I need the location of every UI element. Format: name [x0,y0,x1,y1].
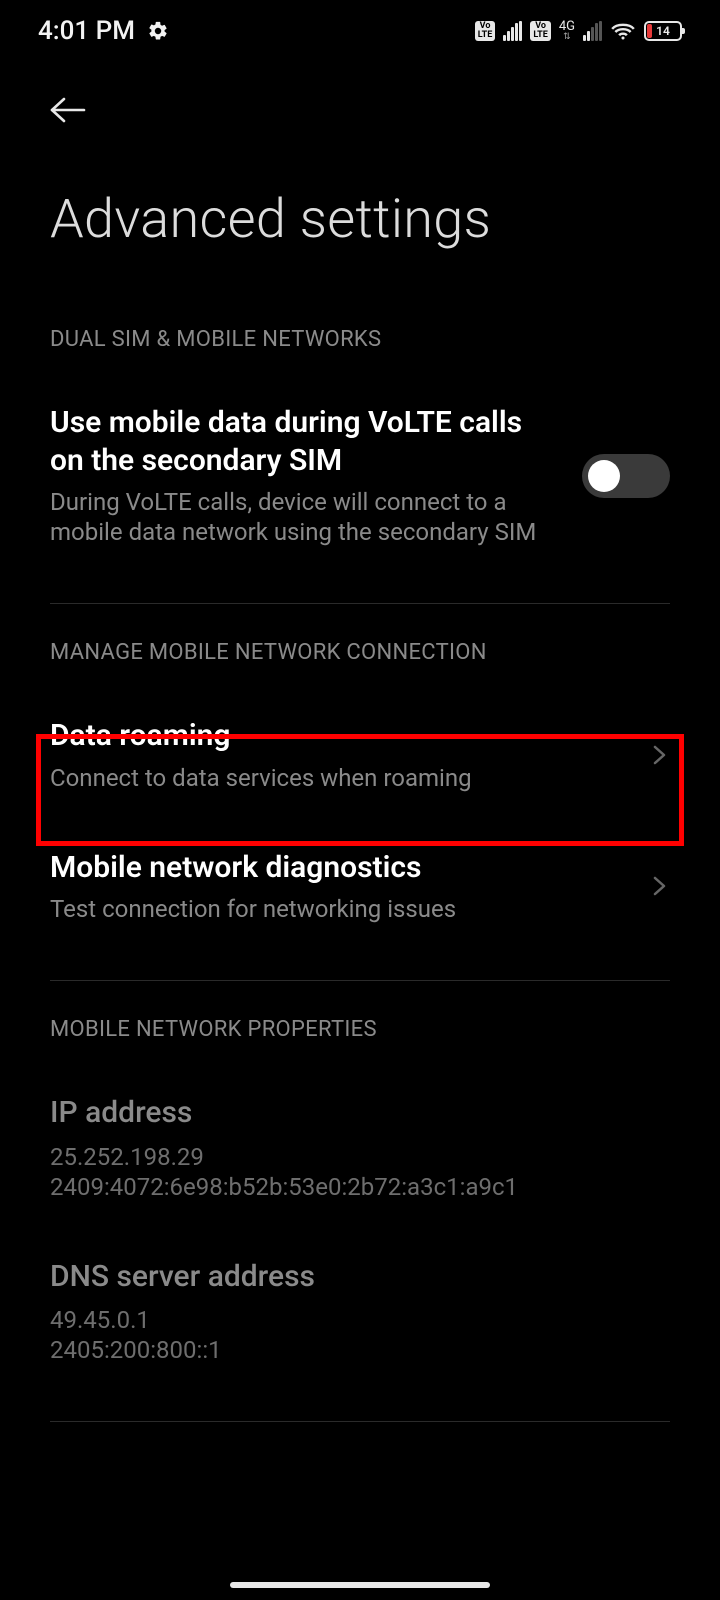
signal-bars-1 [503,21,522,41]
setting-subtitle: During VoLTE calls, device will connect … [50,487,562,547]
setting-subtitle: Connect to data services when roaming [50,763,630,793]
volte-badge-2: VoLTE [530,21,551,41]
wifi-icon [610,21,636,41]
property-ip-address: IP address 25.252.198.29 2409:4072:6e98:… [50,1064,670,1228]
property-value: 49.45.0.1 2405:200:800::1 [50,1305,670,1365]
volte-badge-1: VoLTE [475,21,496,41]
section-header-network-properties: MOBILE NETWORK PROPERTIES [50,981,670,1064]
property-title: IP address [50,1094,670,1132]
status-bar: 4:01 PM VoLTE VoLTE 4G ⇅ 14 [0,0,720,62]
chevron-right-icon [650,871,670,901]
setting-title: Data roaming [50,717,630,755]
back-button[interactable] [48,90,88,130]
gear-icon [147,20,169,42]
net-type-indicator: 4G ⇅ [559,20,575,42]
section-header-manage-connection: MANAGE MOBILE NETWORK CONNECTION [50,604,670,687]
battery-indicator: 14 [644,21,682,41]
navigation-pill[interactable] [230,1582,490,1588]
setting-network-diagnostics[interactable]: Mobile network diagnostics Test connecti… [50,819,670,951]
property-dns-address: DNS server address 49.45.0.1 2405:200:80… [50,1228,670,1392]
status-right: VoLTE VoLTE 4G ⇅ 14 [475,20,682,42]
property-title: DNS server address [50,1258,670,1296]
setting-subtitle: Test connection for networking issues [50,894,630,924]
divider [50,1421,670,1422]
setting-volte-secondary-sim[interactable]: Use mobile data during VoLTE calls on th… [50,374,670,573]
setting-title: Mobile network diagnostics [50,849,630,887]
toggle-volte-secondary[interactable] [582,454,670,498]
setting-title: Use mobile data during VoLTE calls on th… [50,404,562,479]
status-left: 4:01 PM [38,16,169,46]
section-header-dual-sim: DUAL SIM & MOBILE NETWORKS [50,291,670,374]
page-title: Advanced settings [0,140,720,291]
status-time: 4:01 PM [38,16,135,46]
setting-data-roaming[interactable]: Data roaming Connect to data services wh… [50,687,670,819]
chevron-right-icon [650,740,670,770]
property-value: 25.252.198.29 2409:4072:6e98:b52b:53e0:2… [50,1142,670,1202]
signal-bars-2 [583,21,602,41]
